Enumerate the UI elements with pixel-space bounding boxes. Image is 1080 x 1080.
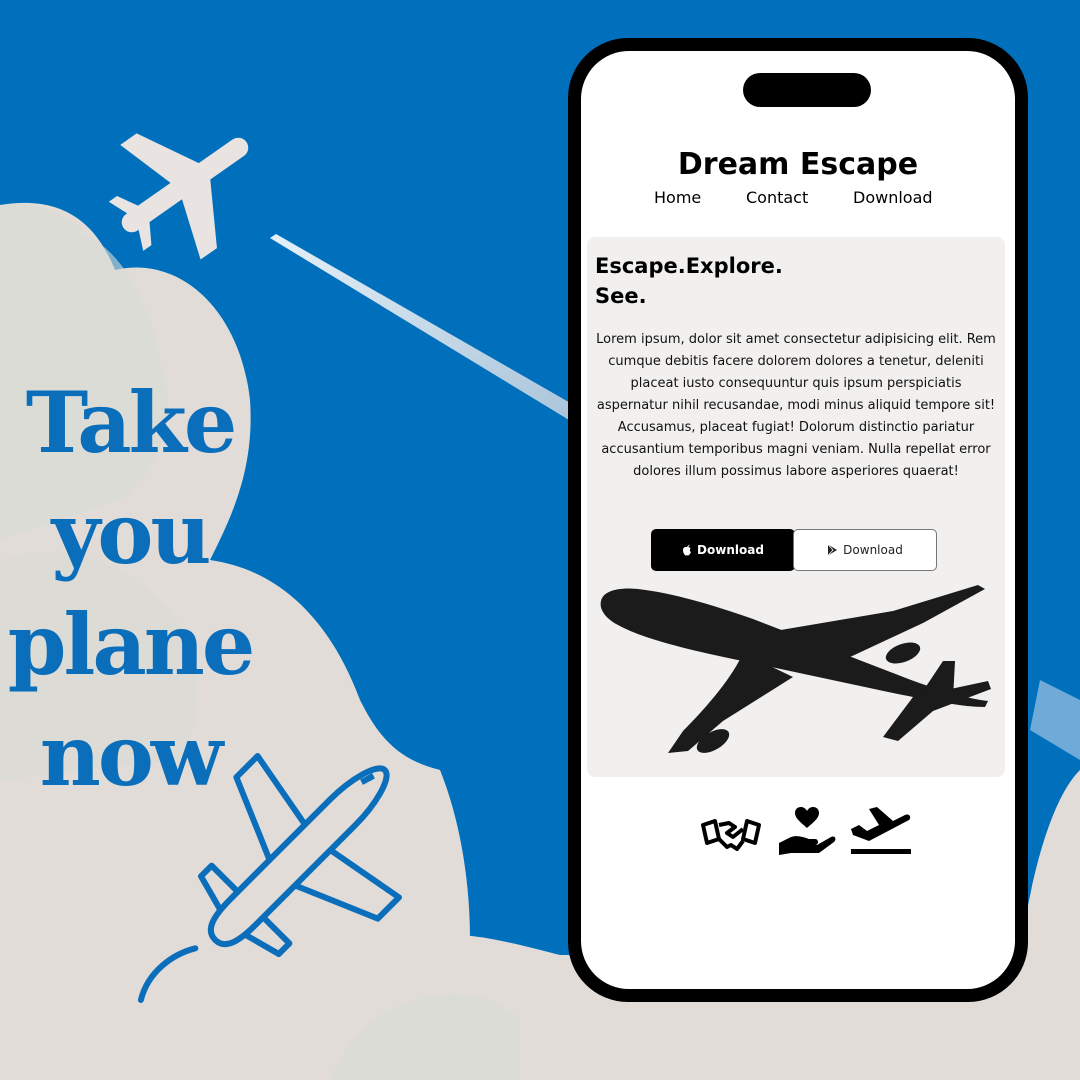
handshake-icon	[701, 819, 761, 851]
phone-notch	[743, 73, 871, 107]
contrail-right	[1030, 680, 1080, 760]
phone-screen: Dream Escape Home Contact Download Escap…	[581, 51, 1015, 989]
hero-body: Lorem ipsum, dolor sit amet consectetur …	[596, 332, 996, 479]
airliner-silhouette-icon	[600, 585, 991, 753]
headline-line-4: now	[39, 706, 223, 805]
nav-home[interactable]: Home	[654, 188, 701, 207]
apple-download-button[interactable]: Download	[651, 529, 795, 571]
site-title: Dream Escape	[677, 147, 919, 182]
contrail	[270, 234, 600, 434]
play-store-icon	[827, 544, 838, 556]
nav-download[interactable]: Download	[853, 188, 933, 207]
headline-line-2: you	[51, 484, 212, 583]
phone-mockup: Dream Escape Home Contact Download Escap…	[568, 38, 1028, 1002]
headline-line-1: Take	[25, 373, 238, 472]
nav-contact[interactable]: Contact	[746, 188, 808, 207]
play-download-button[interactable]: Download	[793, 529, 937, 571]
apple-icon	[683, 544, 692, 556]
small-plane-icon	[108, 133, 249, 260]
apple-download-label: Download	[697, 543, 764, 557]
hero-card: Escape.Explore. See. Lorem ipsum, dolor …	[587, 237, 1005, 777]
hand-heart-icon	[779, 807, 836, 855]
hero-heading-line1: Escape.Explore.	[595, 254, 783, 278]
plane-departure-icon	[851, 807, 911, 854]
play-download-label: Download	[843, 543, 903, 557]
hero-heading-line2: See.	[595, 284, 647, 308]
headline-line-3: plane	[7, 595, 256, 694]
hero-heading: Escape.Explore. See.	[595, 251, 855, 311]
